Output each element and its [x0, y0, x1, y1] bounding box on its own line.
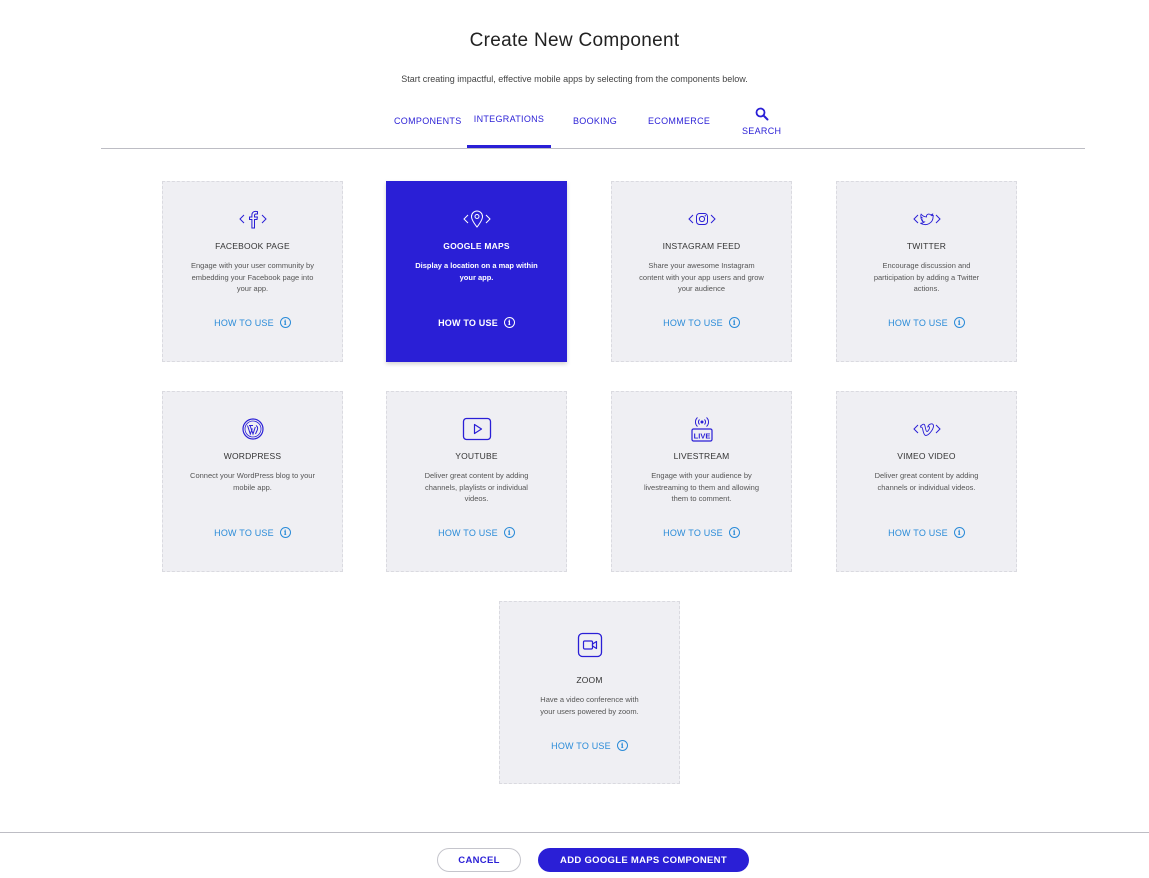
card-description: Deliver great content by adding channels… — [874, 471, 979, 492]
twitter-icon — [837, 206, 1016, 232]
search-icon — [755, 107, 769, 121]
card-instagram-feed[interactable]: INSTAGRAM FEED Share your awesome Instag… — [611, 181, 792, 362]
page-title: Create New Component — [469, 30, 680, 51]
tab-label: COMPONENTS — [394, 116, 462, 126]
card-wordpress[interactable]: WORDPRESS Connect your WordPress blog to… — [162, 391, 343, 572]
card-title: YOUTUBE — [455, 451, 498, 461]
card-description: Connect your WordPress blog to your mobi… — [190, 471, 315, 492]
card-facebook-page[interactable]: FACEBOOK PAGE Engage with your user comm… — [162, 181, 343, 362]
how-to-use-label: HOW TO USE — [214, 317, 274, 328]
card-vimeo-video[interactable]: VIMEO VIDEO Deliver great content by add… — [836, 391, 1017, 572]
page-subtitle: Start creating impactful, effective mobi… — [401, 74, 748, 84]
how-to-use-label: HOW TO USE — [438, 527, 498, 538]
tabs-divider — [101, 148, 1085, 149]
info-icon: i — [728, 527, 740, 538]
youtube-icon — [387, 416, 566, 442]
card-zoom[interactable]: ZOOM Have a video conference with your u… — [499, 601, 680, 784]
info-icon: i — [728, 317, 740, 328]
wordpress-icon — [163, 416, 342, 442]
how-to-use-link[interactable]: HOW TO USE i — [612, 527, 791, 538]
info-icon: i — [953, 317, 965, 328]
how-to-use-label: HOW TO USE — [663, 527, 723, 538]
card-description: Engage with your user community by embed… — [191, 261, 314, 293]
card-youtube[interactable]: YOUTUBE Deliver great content by adding … — [386, 391, 567, 572]
how-to-use-link[interactable]: HOW TO USE i — [612, 317, 791, 328]
how-to-use-link[interactable]: HOW TO USE i — [837, 317, 1016, 328]
map-pin-icon — [387, 206, 566, 232]
livestream-icon: LIVE — [612, 416, 791, 442]
card-description: Encourage discussion and participation b… — [873, 261, 980, 293]
tab-label: SEARCH — [742, 126, 782, 136]
card-description: Display a location on a map within your … — [415, 261, 538, 282]
card-title: VIMEO VIDEO — [897, 451, 956, 461]
footer-divider — [0, 832, 1149, 833]
zoom-icon — [500, 632, 679, 658]
how-to-use-link[interactable]: HOW TO USE i — [387, 317, 566, 328]
how-to-use-label: HOW TO USE — [663, 317, 723, 328]
info-icon: i — [503, 317, 515, 328]
how-to-use-label: HOW TO USE — [214, 527, 274, 538]
how-to-use-label: HOW TO USE — [438, 317, 498, 328]
how-to-use-link[interactable]: HOW TO USE i — [163, 317, 342, 328]
tab-label: INTEGRATIONS — [473, 114, 545, 124]
card-description: Have a video conference with your users … — [540, 695, 639, 716]
info-icon: i — [953, 527, 965, 538]
tab-booking[interactable]: BOOKING — [573, 100, 617, 146]
tab-search[interactable]: SEARCH — [742, 100, 781, 146]
card-title: TWITTER — [906, 241, 947, 251]
how-to-use-link[interactable]: HOW TO USE i — [387, 527, 566, 538]
how-to-use-link[interactable]: HOW TO USE i — [163, 527, 342, 538]
vimeo-icon — [837, 416, 1016, 442]
tab-ecommerce[interactable]: ECOMMERCE — [648, 100, 710, 146]
card-title: GOOGLE MAPS — [443, 241, 510, 251]
instagram-icon — [612, 206, 791, 232]
info-icon: i — [279, 527, 291, 538]
how-to-use-label: HOW TO USE — [888, 527, 948, 538]
create-component-dialog: Create New Component Start creating impa… — [0, 0, 1149, 878]
facebook-icon — [163, 206, 342, 232]
info-icon: i — [616, 740, 628, 751]
card-twitter[interactable]: TWITTER Encourage discussion and partici… — [836, 181, 1017, 362]
card-description: Deliver great content by adding channels… — [424, 471, 529, 503]
card-title: WORDPRESS — [223, 451, 282, 461]
cancel-button[interactable]: CANCEL — [437, 848, 521, 872]
card-description: Engage with your audience by livestreami… — [643, 471, 760, 503]
tab-label: ECOMMERCE — [648, 116, 711, 126]
card-title: INSTAGRAM FEED — [662, 241, 741, 251]
how-to-use-label: HOW TO USE — [551, 740, 611, 751]
how-to-use-label: HOW TO USE — [888, 317, 948, 328]
card-livestream[interactable]: LIVE LIVESTREAM Engage with your audienc… — [611, 391, 792, 572]
tab-components[interactable]: COMPONENTS — [394, 100, 462, 146]
info-icon: i — [503, 527, 515, 538]
category-tabs: COMPONENTS INTEGRATIONS BOOKING ECOMMERC… — [0, 100, 1149, 149]
info-icon: i — [279, 317, 291, 328]
live-text: LIVE — [693, 432, 710, 441]
how-to-use-link[interactable]: HOW TO USE i — [500, 740, 679, 751]
card-description: Share your awesome Instagram content wit… — [639, 261, 764, 293]
card-title: ZOOM — [576, 675, 603, 685]
card-title: LIVESTREAM — [673, 451, 730, 461]
card-title: FACEBOOK PAGE — [215, 241, 290, 251]
how-to-use-link[interactable]: HOW TO USE i — [837, 527, 1016, 538]
tab-label: BOOKING — [573, 116, 618, 126]
card-google-maps[interactable]: GOOGLE MAPS Display a location on a map … — [386, 181, 567, 362]
tab-integrations[interactable]: INTEGRATIONS — [467, 100, 551, 148]
add-component-button[interactable]: ADD GOOGLE MAPS COMPONENT — [538, 848, 749, 872]
